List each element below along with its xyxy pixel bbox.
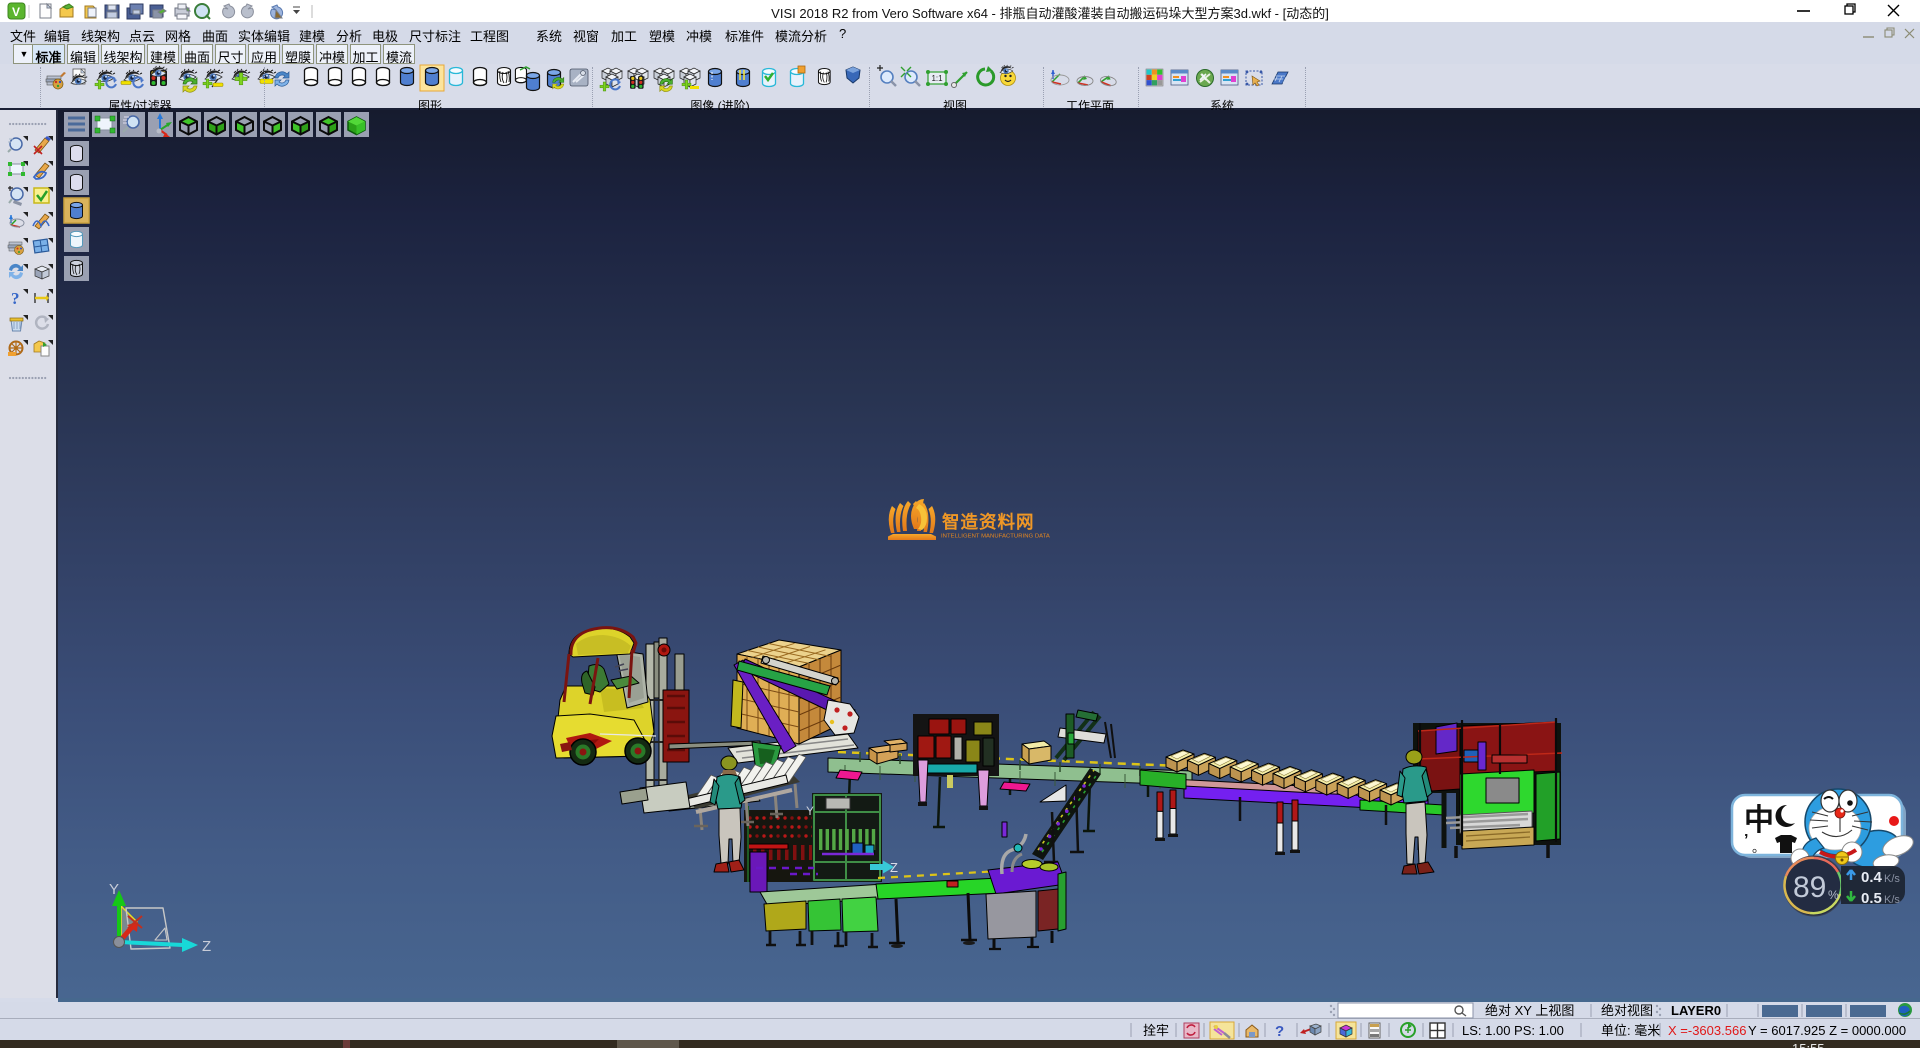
svg-text:0.4: 0.4: [1861, 869, 1883, 886]
svg-text:Y: Y: [109, 881, 119, 898]
svg-text:中: 中: [1744, 804, 1774, 837]
svg-text:?: ?: [1275, 1023, 1284, 1040]
svg-text:89: 89: [1793, 871, 1826, 904]
svg-text:单位: 毫米: 单位: 毫米: [1601, 1023, 1660, 1038]
svg-text:LAYER0: LAYER0: [1671, 1003, 1721, 1018]
svg-text:LS: 1.00 PS: 1.00: LS: 1.00 PS: 1.00: [1462, 1023, 1564, 1038]
svg-text:Z: Z: [890, 860, 898, 875]
svg-text:K/s: K/s: [1884, 894, 1900, 906]
svg-text:智造资料网: 智造资料网: [942, 512, 1035, 532]
svg-text:%: %: [1828, 888, 1839, 902]
svg-text:?: ?: [11, 289, 20, 308]
svg-text:1:1: 1:1: [931, 74, 943, 83]
svg-text:Y = 6017.925 Z = 0000.000: Y = 6017.925 Z = 0000.000: [1748, 1023, 1906, 1038]
svg-text:Y: Y: [806, 804, 814, 818]
svg-text:’: ’: [1744, 832, 1748, 849]
svg-text:。: 。: [1752, 840, 1765, 855]
svg-text:绝对视图: 绝对视图: [1601, 1003, 1653, 1018]
svg-text:Z: Z: [202, 938, 211, 955]
svg-text:X =-3603.566: X =-3603.566: [1668, 1023, 1746, 1038]
svg-text:绝对 XY 上视图: 绝对 XY 上视图: [1485, 1003, 1574, 1018]
svg-text:0.5: 0.5: [1861, 890, 1882, 907]
svg-text:K/s: K/s: [1884, 873, 1900, 885]
svg-text:拴牢: 拴牢: [1143, 1023, 1169, 1038]
svg-text:INTELLIGENT MANUFACTURING DATA: INTELLIGENT MANUFACTURING DATA: [941, 534, 1050, 540]
